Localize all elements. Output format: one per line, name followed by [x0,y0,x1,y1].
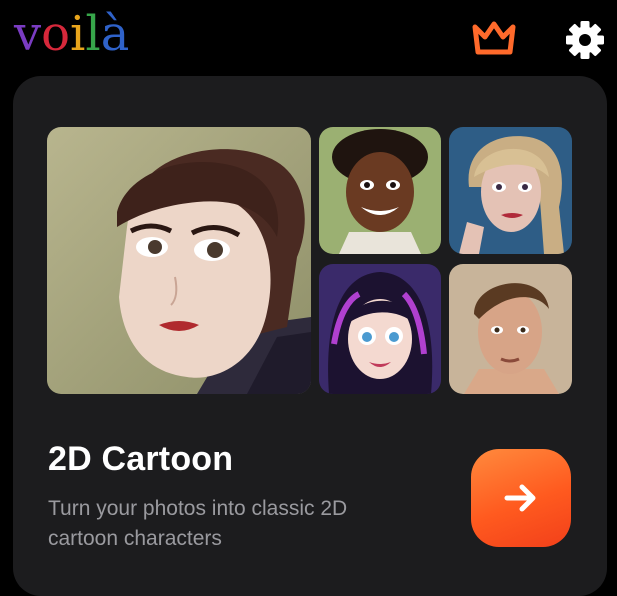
open-feature-button[interactable] [471,449,571,547]
crown-icon [472,21,516,55]
premium-button[interactable] [470,16,518,60]
preview-image-girl-purple-streaks [319,264,441,394]
cartoon-portrait-image [47,127,311,394]
cartoon-portrait-image [319,264,441,394]
voila-logo: voilà [14,10,129,58]
logo-letter: v [14,6,42,62]
logo-letter: i [70,6,86,62]
gear-icon [566,21,604,59]
logo-letter: l [85,6,101,62]
logo-letter: o [41,6,71,62]
feature-card-2d-cartoon[interactable]: 2D Cartoon Turn your photos into classic… [13,76,607,596]
preview-image-woman-short-hair [47,127,311,394]
settings-button[interactable] [563,18,607,62]
feature-title: 2D Cartoon [48,440,234,478]
preview-image-blonde-woman [449,127,572,254]
arrow-right-icon [504,484,536,512]
cartoon-portrait-image [449,127,572,254]
preview-image-man-brown-hair [449,264,572,394]
cartoon-portrait-image [319,127,441,254]
feature-description: Turn your photos into classic 2D cartoon… [48,497,348,550]
top-bar: voilà [0,0,617,75]
cartoon-portrait-image [449,264,572,394]
preview-image-boy-curly-hair [319,127,441,254]
logo-letter: à [100,6,130,62]
